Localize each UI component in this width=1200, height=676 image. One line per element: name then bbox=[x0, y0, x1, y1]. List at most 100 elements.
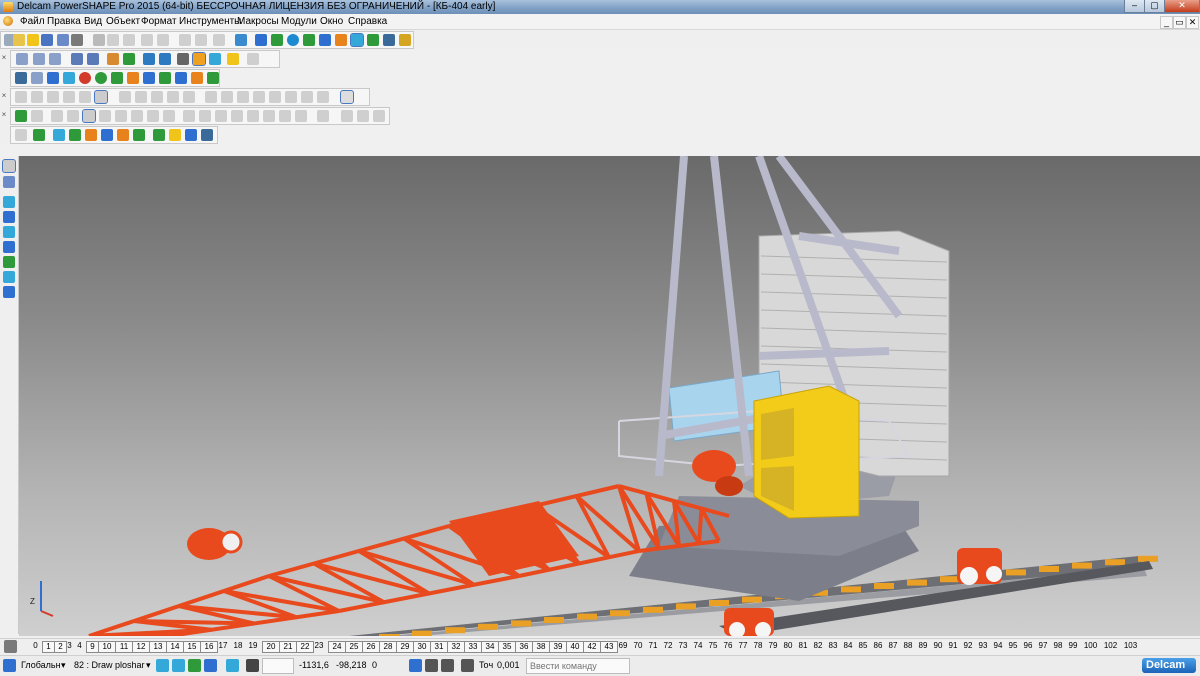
layer-29[interactable]: 29 bbox=[396, 641, 414, 653]
menu-tools[interactable]: Инструменты bbox=[179, 16, 241, 27]
layer-82[interactable]: 82 bbox=[812, 641, 824, 651]
layer-26[interactable]: 26 bbox=[362, 641, 380, 653]
offset-icon[interactable] bbox=[79, 91, 91, 103]
layer-100[interactable]: 100 bbox=[1082, 641, 1099, 651]
layer-95[interactable]: 95 bbox=[1007, 641, 1019, 651]
shape-icon[interactable] bbox=[117, 129, 129, 141]
menu-view[interactable]: Вид bbox=[84, 16, 102, 27]
level-dropdown-icon[interactable]: ▾ bbox=[146, 660, 151, 671]
component-icon[interactable] bbox=[85, 129, 97, 141]
layer-75[interactable]: 75 bbox=[707, 641, 719, 651]
cut-icon[interactable] bbox=[93, 34, 105, 46]
workplane-icon[interactable] bbox=[255, 34, 267, 46]
solid-cylinder-icon[interactable] bbox=[199, 110, 211, 122]
solid-shell-icon[interactable] bbox=[341, 110, 353, 122]
layer-89[interactable]: 89 bbox=[917, 641, 929, 651]
tree-icon[interactable] bbox=[153, 129, 165, 141]
zoom-out-icon[interactable] bbox=[159, 53, 171, 65]
arc-icon[interactable] bbox=[237, 91, 249, 103]
layer-103[interactable]: 103 bbox=[1122, 641, 1139, 651]
layer-33[interactable]: 33 bbox=[464, 641, 482, 653]
material-icon[interactable] bbox=[63, 72, 75, 84]
surface-extend-icon[interactable] bbox=[115, 110, 127, 122]
view-top-icon[interactable] bbox=[16, 53, 28, 65]
layer-28[interactable]: 28 bbox=[379, 641, 397, 653]
tolerance-value[interactable]: 0,001 bbox=[497, 660, 520, 670]
layer-79[interactable]: 79 bbox=[767, 641, 779, 651]
layer-42[interactable]: 42 bbox=[583, 641, 601, 653]
xyz-icon[interactable] bbox=[33, 129, 45, 141]
split-icon[interactable] bbox=[183, 91, 195, 103]
line-tool-icon[interactable] bbox=[3, 211, 15, 223]
layer-25[interactable]: 25 bbox=[345, 641, 363, 653]
electrode-icon[interactable] bbox=[53, 129, 65, 141]
toolbar-grip-icon-2[interactable] bbox=[1, 128, 7, 140]
select-arrow-icon[interactable] bbox=[2, 159, 16, 173]
surface-sweep-icon[interactable] bbox=[163, 110, 175, 122]
solid-cut-icon[interactable] bbox=[317, 110, 329, 122]
layer-93[interactable]: 93 bbox=[977, 641, 989, 651]
layer-90[interactable]: 90 bbox=[932, 641, 944, 651]
layer-24[interactable]: 24 bbox=[328, 641, 346, 653]
curve-tool-icon[interactable] bbox=[3, 241, 15, 253]
view-front-icon[interactable] bbox=[33, 53, 45, 65]
redo-icon[interactable] bbox=[195, 34, 207, 46]
surface-edit-icon[interactable] bbox=[31, 110, 43, 122]
rotate-icon[interactable] bbox=[107, 53, 119, 65]
solid-draft-icon[interactable] bbox=[357, 110, 369, 122]
toolbar-close-icon-3[interactable]: × bbox=[1, 109, 7, 121]
print-preview-icon[interactable] bbox=[47, 72, 59, 84]
layer-22[interactable]: 22 bbox=[296, 641, 314, 653]
layer-85[interactable]: 85 bbox=[857, 641, 869, 651]
scale-icon[interactable] bbox=[63, 91, 75, 103]
group-icon[interactable] bbox=[133, 129, 145, 141]
assembly-icon[interactable] bbox=[383, 34, 395, 46]
layer-39[interactable]: 39 bbox=[549, 641, 567, 653]
layer-71[interactable]: 71 bbox=[647, 641, 659, 651]
extras-icon[interactable] bbox=[207, 72, 219, 84]
layer-settings-icon[interactable] bbox=[4, 640, 17, 653]
menu-modules[interactable]: Модули bbox=[281, 16, 317, 27]
view-cube-icon[interactable] bbox=[172, 659, 185, 672]
layer-91[interactable]: 91 bbox=[947, 641, 959, 651]
frame-icon[interactable] bbox=[340, 90, 354, 104]
toolbar-close-icon-2[interactable]: × bbox=[1, 90, 7, 102]
grid-snap-icon[interactable] bbox=[226, 659, 239, 672]
workplane-dropdown-icon[interactable]: ▾ bbox=[61, 660, 66, 671]
curve-edit-icon[interactable] bbox=[285, 91, 297, 103]
calculator-icon[interactable] bbox=[409, 659, 422, 672]
keyboard-icon[interactable] bbox=[425, 659, 438, 672]
layer-35[interactable]: 35 bbox=[498, 641, 516, 653]
layer-98[interactable]: 98 bbox=[1052, 641, 1064, 651]
shaded-icon[interactable] bbox=[192, 52, 206, 66]
repeat-icon[interactable] bbox=[213, 34, 225, 46]
wave-icon[interactable] bbox=[269, 91, 281, 103]
view-icon[interactable] bbox=[156, 659, 169, 672]
layer-19[interactable]: 19 bbox=[247, 641, 259, 651]
solid-box-icon[interactable] bbox=[183, 110, 195, 122]
move-icon[interactable] bbox=[15, 91, 27, 103]
fillet-icon[interactable] bbox=[151, 91, 163, 103]
layer-32[interactable]: 32 bbox=[447, 641, 465, 653]
surface-create-icon[interactable] bbox=[15, 110, 27, 122]
zoom-in-icon[interactable] bbox=[143, 53, 155, 65]
layer-17[interactable]: 17 bbox=[217, 641, 229, 651]
surface-trim-icon[interactable] bbox=[51, 110, 63, 122]
surface-select-icon[interactable] bbox=[82, 109, 96, 123]
surface-icon[interactable] bbox=[350, 33, 364, 47]
layer-13[interactable]: 13 bbox=[149, 641, 167, 653]
level-select[interactable]: 82 : Draw ploshar bbox=[74, 660, 145, 670]
layer-12[interactable]: 12 bbox=[132, 641, 150, 653]
mdi-close-button[interactable]: ✕ bbox=[1186, 16, 1199, 29]
layer-74[interactable]: 74 bbox=[692, 641, 704, 651]
view-iso2-icon[interactable] bbox=[87, 53, 99, 65]
layer-38[interactable]: 38 bbox=[532, 641, 550, 653]
open-folder-icon[interactable] bbox=[27, 34, 39, 46]
drawing-icon[interactable] bbox=[143, 72, 155, 84]
hand-icon[interactable] bbox=[247, 53, 259, 65]
surface-tool-icon[interactable] bbox=[3, 256, 15, 268]
pan-icon[interactable] bbox=[177, 53, 189, 65]
document-icon[interactable] bbox=[3, 16, 13, 26]
layer-99[interactable]: 99 bbox=[1067, 641, 1079, 651]
layer-81[interactable]: 81 bbox=[797, 641, 809, 651]
